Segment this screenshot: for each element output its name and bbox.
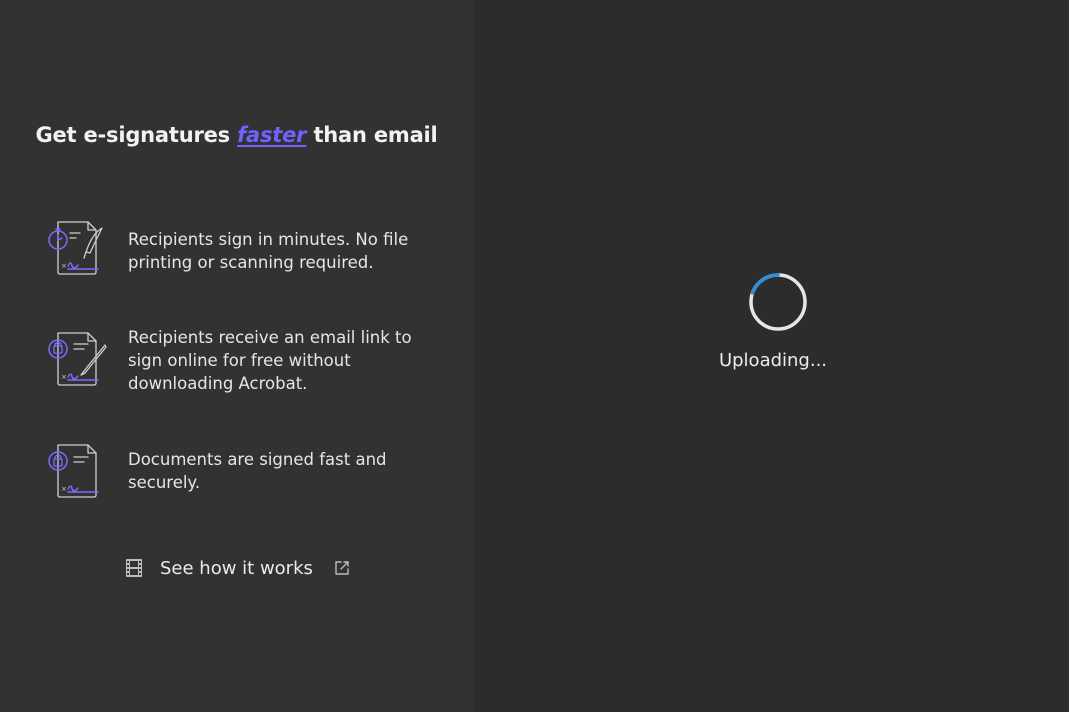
- svg-text:×: ×: [61, 373, 67, 381]
- feature-text: Recipients receive an email link to sign…: [128, 328, 412, 393]
- headline: Get e-signatures faster than email: [0, 123, 473, 147]
- headline-text-before: Get e-signatures: [35, 123, 238, 147]
- svg-text:×: ×: [61, 485, 67, 493]
- headline-text-after: than email: [306, 123, 438, 147]
- svg-text:×: ×: [61, 262, 67, 270]
- see-how-it-works-label[interactable]: See how it works: [160, 558, 313, 579]
- headline-accent: faster: [237, 123, 307, 147]
- external-link-icon[interactable]: [333, 559, 351, 577]
- see-how-it-works-link[interactable]: See how it works: [124, 554, 351, 582]
- feature-text: Recipients sign in minutes. No file prin…: [128, 230, 409, 272]
- feature-text: Documents are signed fast and securely.: [128, 450, 387, 492]
- film-icon: [126, 559, 142, 577]
- upload-status-text: Uploading...: [718, 350, 828, 371]
- document-signature-stopwatch-icon: ×: [48, 221, 103, 275]
- document-signature-email-link-icon: ×: [48, 332, 107, 386]
- loading-spinner: [749, 273, 807, 331]
- document-signature-lock-icon: ×: [48, 444, 99, 498]
